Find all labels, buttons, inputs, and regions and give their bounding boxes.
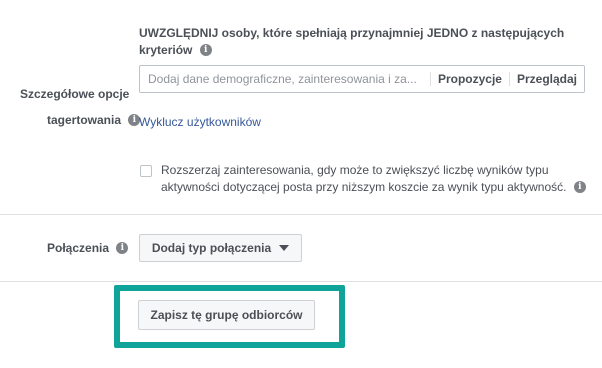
- caret-down-icon: [279, 245, 290, 251]
- expand-line1: Rozszerzaj zainteresowania, gdy może to …: [161, 163, 549, 177]
- add-connection-type-label: Dodaj typ połączenia: [151, 241, 272, 255]
- info-icon[interactable]: i: [116, 241, 129, 254]
- connections-label: Połączenia: [47, 241, 110, 255]
- targeting-label-line2: tagertowania: [47, 113, 122, 127]
- info-icon[interactable]: i: [573, 180, 586, 193]
- suggestions-button[interactable]: Propozycje: [429, 72, 509, 86]
- add-connection-type-button[interactable]: Dodaj typ połączenia: [139, 234, 302, 262]
- expand-line2: aktywności dotyczącej posta przy niższym…: [161, 180, 567, 194]
- expand-interests-checkbox[interactable]: [140, 165, 152, 177]
- section-divider: [0, 214, 602, 215]
- targeting-label: Szczegółowe opcje: [20, 87, 129, 101]
- targeting-label-line1: Szczegółowe opcje: [20, 87, 130, 101]
- targeting-search-input[interactable]: [140, 66, 430, 92]
- section-divider: [0, 281, 602, 282]
- connections-label-row: Połączenia i: [47, 241, 129, 255]
- include-description: UWZGLĘDNIJ osoby, które spełniają przyna…: [139, 25, 589, 59]
- save-audience-button[interactable]: Zapisz tę grupę odbiorców: [138, 300, 315, 330]
- browse-button[interactable]: Przeglądaj: [508, 72, 584, 86]
- expand-interests-text: Rozszerzaj zainteresowania, gdy może to …: [161, 162, 591, 196]
- targeting-search-box: Propozycje Przeglądaj: [139, 65, 585, 93]
- include-line1: UWZGLĘDNIJ osoby, które spełniają przyna…: [139, 26, 565, 40]
- include-line2-row: kryteriów i: [139, 42, 589, 59]
- save-audience-label: Zapisz tę grupę odbiorców: [150, 308, 303, 322]
- info-icon[interactable]: i: [199, 43, 212, 56]
- expand-line2-row: aktywności dotyczącej posta przy niższym…: [161, 179, 591, 196]
- exclude-users-link[interactable]: Wyklucz użytkowników: [139, 115, 261, 129]
- targeting-label-row2: tagertowania i: [47, 113, 141, 127]
- include-line2: kryteriów: [139, 43, 193, 57]
